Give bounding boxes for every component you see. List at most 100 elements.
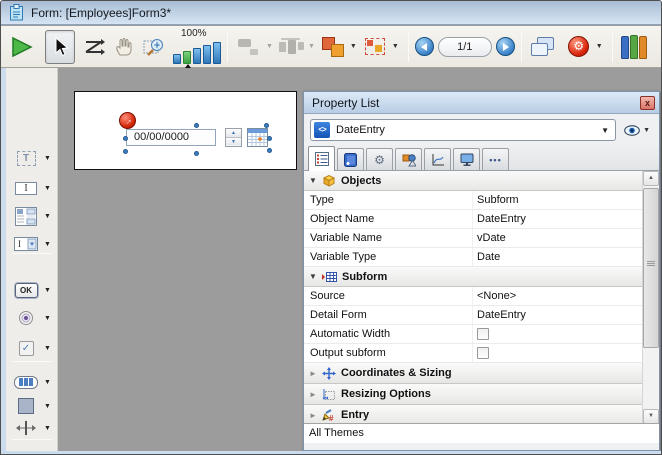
- chevron-down-icon[interactable]: ▼: [44, 315, 51, 322]
- tab-curve[interactable]: [424, 148, 451, 170]
- selection-handle[interactable]: [123, 136, 128, 141]
- chevron-down-icon[interactable]: ▼: [44, 241, 51, 248]
- stepper-up-icon[interactable]: ▲: [226, 129, 241, 137]
- section-resizing-options[interactable]: ► Resizing Options: [304, 384, 642, 405]
- tool-rectangle[interactable]: ▼: [12, 394, 56, 418]
- section-entry[interactable]: ► # Entry: [304, 405, 642, 424]
- property-list-titlebar[interactable]: Property List x: [304, 92, 659, 114]
- theme-filter-label: All Themes: [309, 427, 364, 439]
- section-objects[interactable]: ▼ Objects: [304, 171, 642, 191]
- selected-object-name: DateEntry: [336, 124, 601, 136]
- chevron-down-icon[interactable]: ▼: [44, 287, 51, 294]
- selection-handle[interactable]: [264, 123, 269, 128]
- property-value[interactable]: <None>: [472, 287, 642, 305]
- section-coordinates-sizing[interactable]: ► Coordinates & Sizing: [304, 363, 642, 384]
- property-row-object-name: Object Name DateEntry: [304, 210, 642, 229]
- property-label: Output subform: [304, 344, 472, 362]
- property-value[interactable]: DateEntry: [472, 306, 642, 324]
- chevron-down-icon[interactable]: ▼: [44, 425, 51, 432]
- tool-static-text[interactable]: T▼: [12, 146, 56, 170]
- view-options-button[interactable]: ▼: [624, 125, 653, 136]
- selection-handle[interactable]: [194, 123, 199, 128]
- align-dropdown-arrow: ▼: [266, 43, 273, 50]
- title-bar[interactable]: Form: [Employees]Form3*: [1, 1, 661, 25]
- explorer-button[interactable]: [619, 30, 649, 64]
- splitter-icon: [15, 420, 37, 436]
- pointer-tool-button[interactable]: [45, 30, 75, 64]
- selection-handle[interactable]: [267, 148, 272, 153]
- chevron-down-icon[interactable]: ▼: [44, 403, 51, 410]
- tab-monitor[interactable]: [453, 148, 480, 170]
- chevron-down-icon[interactable]: ▼: [44, 379, 51, 386]
- tool-splitter[interactable]: ▼: [12, 416, 56, 440]
- preferences-button[interactable]: ⚙: [564, 30, 594, 64]
- property-scrollbar[interactable]: ▲ ▼: [642, 171, 659, 424]
- zoom-bar-400[interactable]: [203, 45, 211, 64]
- zoom-bar-800[interactable]: [213, 42, 221, 64]
- property-row-automatic-width: Automatic Width: [304, 325, 642, 344]
- selection-handle[interactable]: [194, 151, 199, 156]
- tab-order-button[interactable]: [79, 30, 109, 64]
- section-title: Resizing Options: [341, 388, 431, 400]
- stepper-down-icon[interactable]: ▼: [226, 137, 241, 145]
- property-value[interactable]: Date: [472, 248, 642, 266]
- object-toolbar: T▼ I▼ ▼ I▼ OK▼ ▼ ✓▼ ▼ ▼ ▼: [6, 68, 58, 453]
- chevron-down-icon[interactable]: ▼: [44, 155, 51, 162]
- automatic-width-checkbox[interactable]: [477, 328, 489, 340]
- tab-more[interactable]: •••: [482, 148, 509, 170]
- zoom-bar-50[interactable]: [173, 54, 181, 64]
- zoom-level-selector[interactable]: 100%: [173, 30, 221, 64]
- tool-list-box[interactable]: ▼: [12, 204, 56, 228]
- selection-handle[interactable]: [267, 136, 272, 141]
- tool-tab-control[interactable]: ▼: [12, 370, 56, 394]
- object-selector-combo[interactable]: <> DateEntry ▼: [310, 119, 616, 141]
- next-page-button[interactable]: [496, 37, 515, 56]
- section-subform[interactable]: ▼ Subform: [304, 267, 642, 287]
- collapse-triangle-icon: ►: [309, 369, 322, 378]
- group-dropdown-arrow[interactable]: ▼: [392, 43, 399, 50]
- scroll-down-icon[interactable]: ▼: [643, 409, 659, 424]
- selection-handle[interactable]: [123, 149, 128, 154]
- hand-tool-button[interactable]: [109, 30, 139, 64]
- zoom-level-label: 100%: [181, 28, 207, 39]
- scroll-up-icon[interactable]: ▲: [643, 171, 659, 186]
- zoom-bar-200[interactable]: [193, 48, 201, 64]
- page-indicator[interactable]: 1/1: [438, 37, 492, 57]
- zoom-tool-button[interactable]: [139, 30, 169, 64]
- tab-shapes[interactable]: [395, 148, 422, 170]
- display-button[interactable]: [528, 30, 558, 64]
- execute-form-button[interactable]: [7, 30, 37, 64]
- property-value[interactable]: DateEntry: [472, 210, 642, 228]
- section-title: Entry: [341, 409, 369, 421]
- level-dropdown-arrow[interactable]: ▼: [350, 43, 357, 50]
- property-grid: ▼ Objects Type Subform Object Name DateE…: [304, 171, 659, 424]
- tool-radio-button[interactable]: ▼: [12, 306, 56, 330]
- group-button[interactable]: [360, 30, 390, 64]
- tool-check-box[interactable]: ✓▼: [12, 336, 56, 360]
- form-page-area[interactable]: 00/00/0000 ▲▼ →: [74, 91, 297, 170]
- date-stepper[interactable]: ▲▼: [225, 128, 242, 147]
- chevron-down-icon[interactable]: ▼: [44, 185, 51, 192]
- chevron-down-icon[interactable]: ▼: [44, 213, 51, 220]
- tab-book[interactable]: [337, 148, 364, 170]
- level-button[interactable]: [318, 30, 348, 64]
- tool-button[interactable]: OK▼: [12, 278, 56, 302]
- close-icon[interactable]: x: [640, 96, 655, 110]
- calendar-button[interactable]: [247, 128, 268, 147]
- tab-control-icon: [14, 376, 38, 389]
- theme-filter-bar[interactable]: All Themes: [304, 424, 659, 443]
- property-value[interactable]: vDate: [472, 229, 642, 247]
- chevron-down-icon: ▼: [601, 126, 609, 135]
- resizing-icon: [322, 388, 336, 401]
- scrollbar-thumb[interactable]: [643, 188, 659, 348]
- date-entry-field[interactable]: 00/00/0000: [126, 129, 216, 146]
- output-subform-checkbox[interactable]: [477, 347, 489, 359]
- property-value[interactable]: Subform: [472, 191, 642, 209]
- preferences-dropdown-arrow[interactable]: ▼: [596, 43, 603, 50]
- tab-list[interactable]: [308, 146, 335, 171]
- tab-gear[interactable]: ⚙: [366, 148, 393, 170]
- chevron-down-icon[interactable]: ▼: [44, 345, 51, 352]
- tool-input-field[interactable]: I▼: [12, 176, 56, 200]
- zoom-bar-100-selected[interactable]: [183, 51, 191, 64]
- previous-page-button[interactable]: [415, 37, 434, 56]
